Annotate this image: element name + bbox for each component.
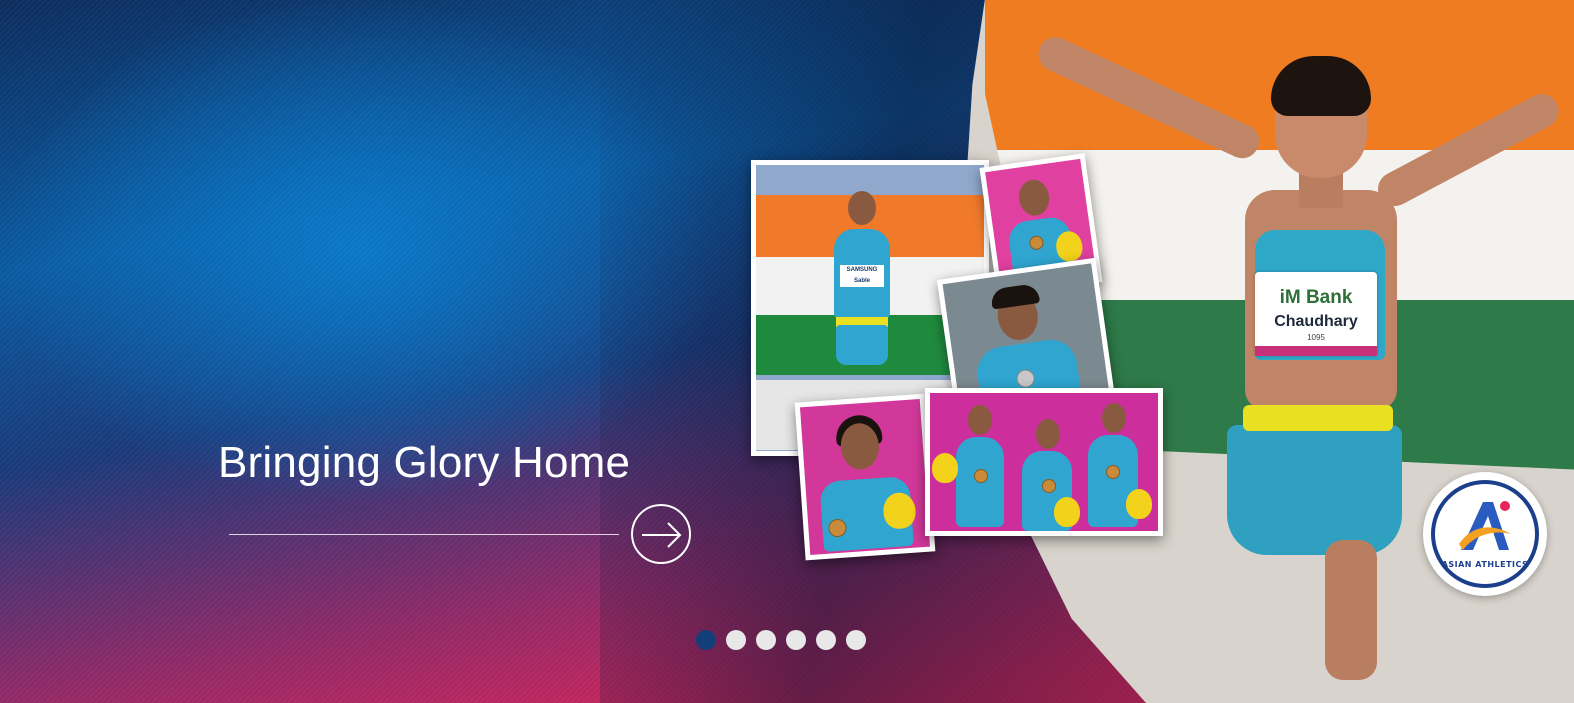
carousel-dot-3[interactable] [756,630,776,650]
logo-text: ASIAN ATHLETICS [1441,560,1529,569]
bib-number: 1095 [1307,332,1325,342]
arrow-right-circle-icon [642,522,682,548]
collage-photo-relay-team [925,388,1163,536]
next-arrow-button[interactable] [631,504,691,564]
carousel-dot-5[interactable] [816,630,836,650]
carousel-dot-4[interactable] [786,630,806,650]
photo1-bib-name: Sable [853,278,870,284]
photo1-bib-sponsor: SAMSUNG [846,267,878,273]
collage-photo-bronze-medalist [794,393,936,561]
asian-athletics-logo-icon [1459,501,1511,550]
headline-divider [229,534,619,535]
bib-name: Chaudhary [1274,312,1358,330]
athlete-bib: iM Bank Chaudhary 1095 [1255,272,1377,356]
carousel-dot-2[interactable] [726,630,746,650]
slide-headline: Bringing Glory Home [218,438,631,487]
asian-athletics-logo[interactable]: ASIAN ATHLETICS [1423,472,1547,596]
carousel-dot-6[interactable] [846,630,866,650]
carousel-pagination [696,630,866,650]
bib-sponsor: iM Bank [1279,286,1353,308]
hero-athlete-figure [1215,56,1415,680]
carousel-dot-1[interactable] [696,630,716,650]
